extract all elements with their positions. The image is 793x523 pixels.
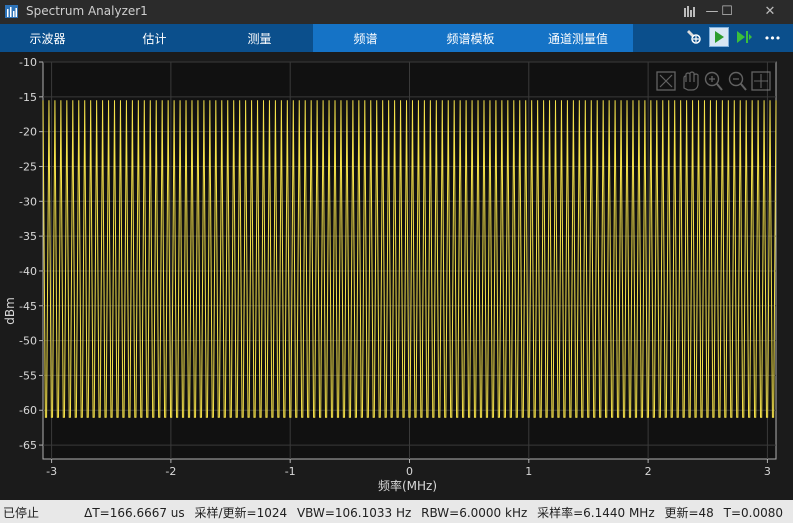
y-tick-label: -55 xyxy=(19,369,37,382)
maximize-button[interactable]: ☐ xyxy=(712,0,742,24)
run-state: 已停止 xyxy=(3,506,40,520)
tab-estimation[interactable]: 估计 xyxy=(117,24,192,52)
y-tick-label: -10 xyxy=(19,56,37,69)
tab-spectrum[interactable]: 频谱 xyxy=(328,24,403,52)
time-readout: T=0.0080 xyxy=(723,506,783,520)
y-axis-label: dBm xyxy=(2,297,17,325)
run-icon[interactable] xyxy=(709,27,729,47)
delta-t-readout: ΔT=166.6667 us xyxy=(84,506,185,520)
y-tick-label: -50 xyxy=(19,335,37,348)
updates-readout: 更新=48 xyxy=(664,506,714,520)
highlight-icon[interactable] xyxy=(684,27,704,47)
tab-spectral-mask[interactable]: 频谱模板 xyxy=(433,24,508,52)
status-bar: 已停止 ΔT=166.6667 us 采样/更新=1024 VBW=106.10… xyxy=(0,500,793,523)
app-icon xyxy=(5,5,18,18)
y-tick-label: -65 xyxy=(19,439,37,452)
x-tick-label: -1 xyxy=(285,465,296,478)
more-options-icon[interactable]: ••• xyxy=(760,24,784,52)
y-tick-label: -30 xyxy=(19,195,37,208)
tab-channel-measurements[interactable]: 通道测量值 xyxy=(538,24,618,52)
plot-area: -10 -15 -20 -25 -30 -35 -40 -45 -50 -55 -60 -65 -3-… xyxy=(0,52,793,500)
status-readouts: ΔT=166.6667 us 采样/更新=1024 VBW=106.1033 H… xyxy=(78,504,783,521)
title-bar: Spectrum Analyzer1 — ☐ ✕ xyxy=(0,0,793,24)
y-tick-label: -60 xyxy=(19,404,37,417)
y-tick-label: -45 xyxy=(19,300,37,313)
step-forward-icon[interactable] xyxy=(734,27,754,47)
y-tick-label: -25 xyxy=(19,160,37,173)
x-axis-label: 频率(MHz) xyxy=(378,479,438,493)
tab-measurements[interactable]: 测量 xyxy=(222,24,297,52)
y-tick-label: -40 xyxy=(19,265,37,278)
x-tick-label: 1 xyxy=(525,465,532,478)
samples-per-update-readout: 采样/更新=1024 xyxy=(194,506,288,520)
rbw-readout: RBW=6.0000 kHz xyxy=(421,506,528,520)
x-tick-label: -3 xyxy=(46,465,57,478)
x-tick-label: 2 xyxy=(645,465,652,478)
y-tick-label: -20 xyxy=(19,126,37,139)
y-tick-label: -15 xyxy=(19,91,37,104)
close-button[interactable]: ✕ xyxy=(755,0,785,24)
window-title: Spectrum Analyzer1 xyxy=(26,4,148,18)
vbw-readout: VBW=106.1033 Hz xyxy=(296,506,412,520)
x-tick-label: 3 xyxy=(764,465,771,478)
run-toolbar: ••• xyxy=(668,24,793,52)
sample-rate-readout: 采样率=6.1440 MHz xyxy=(537,506,655,520)
x-tick-label: -2 xyxy=(165,465,176,478)
spectrum-plot: -10-15-20-25-30-35-40-45-50-55-60-65 -3-… xyxy=(19,56,777,478)
y-tick-labels: -10 -15 -20 -25 -30 -35 -40 -45 -50 -55 -60 -65 xyxy=(19,56,43,452)
tab-oscilloscope[interactable]: 示波器 xyxy=(10,24,85,52)
x-tick-labels: -3 -2 -1 0 1 2 3 xyxy=(46,459,771,478)
y-tick-label: -35 xyxy=(19,230,37,243)
